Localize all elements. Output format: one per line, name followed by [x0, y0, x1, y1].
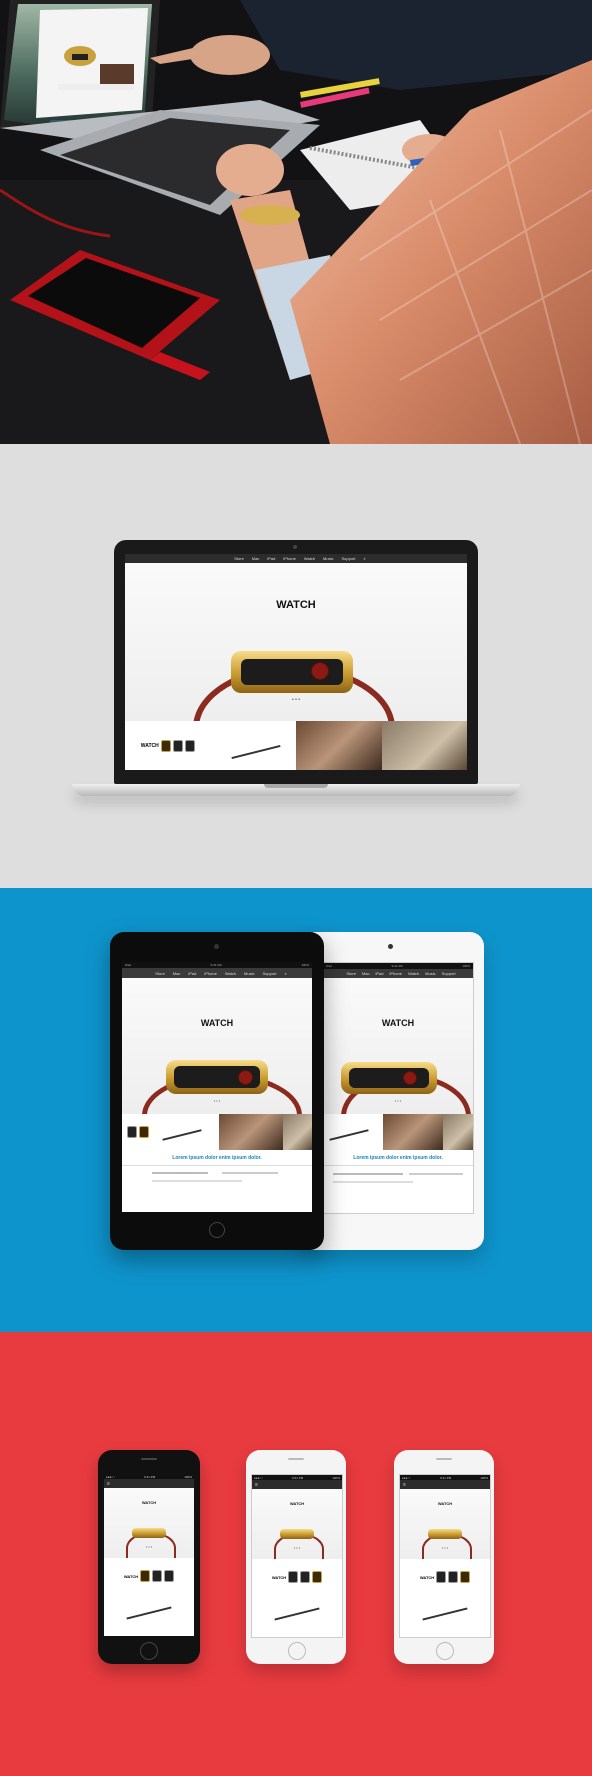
macbook-base: [72, 784, 520, 796]
nav-mac[interactable]: Mac: [173, 971, 181, 976]
menu-icon[interactable]: ≡: [107, 1481, 110, 1487]
tile-macbook[interactable]: [154, 1114, 218, 1150]
tile-watch-lineup[interactable]: [122, 1114, 154, 1150]
ipad-thumbnail-strip: [122, 1114, 312, 1150]
phone-watch-title: WATCH: [141, 1500, 157, 1505]
ipad-black-nav: Store Mac iPad iPhone Watch Music Suppor…: [122, 968, 312, 978]
watch-crown: [311, 662, 329, 680]
iphone-white-2-screen: ●●●○○ 9:41 PM 100% ≡ WATCH • • • WATCH: [399, 1474, 491, 1638]
tile-photo-watch[interactable]: [381, 721, 467, 770]
carousel-dots[interactable]: • • •: [122, 1098, 312, 1103]
nav-support[interactable]: Support: [341, 556, 355, 561]
iphone-white-2: ●●●○○ 9:41 PM 100% ≡ WATCH • • • WATCH: [394, 1450, 494, 1664]
watch-wordmark: WATCH: [200, 1018, 234, 1028]
iphone-black-screen: ●●●○○ 9:41 PM 100% ≡ WATCH • • • WATCH: [104, 1474, 194, 1636]
home-button[interactable]: [209, 1222, 225, 1238]
phone-home-button[interactable]: [436, 1642, 454, 1660]
watch-wordmark: WATCH: [276, 599, 316, 611]
carousel-dots[interactable]: • • •: [125, 697, 467, 703]
tile-macbook[interactable]: [211, 721, 297, 770]
nav-store[interactable]: Store: [234, 556, 244, 561]
ipad-white: iPad 9:41 AM 100% Store Mac iPad iPhone Watch M…: [300, 932, 484, 1250]
nav-watch[interactable]: Watch: [225, 971, 236, 976]
phone-signal: ●●●○○: [106, 1474, 116, 1479]
macbook-frame: Store Mac iPad iPhone Watch Music Suppor…: [114, 540, 478, 784]
ipad-status-time: 9:41 AM: [210, 963, 222, 967]
ipad-white-lorem[interactable]: Lorem ipsum dolor enim ipsum dolor.: [323, 1155, 473, 1161]
text-line: [222, 1172, 278, 1174]
laptop-mockup-panel: Store Mac iPad iPhone Watch Music Suppor…: [0, 444, 592, 888]
ipad-status-device: iPad: [125, 963, 132, 967]
phone-macbook-image: [126, 1606, 172, 1620]
tile-photo-watch[interactable]: [283, 1114, 312, 1150]
watch-image: [231, 651, 353, 693]
ipad-hero: WATCH • • •: [122, 978, 312, 1114]
hero-photo: [0, 0, 592, 444]
tile-watch-lineup[interactable]: WATCH: [125, 721, 211, 770]
ipad-lorem-link[interactable]: Lorem ipsum dolor enim ipsum dolor.: [122, 1155, 312, 1161]
ipad-status-battery: 100%: [301, 963, 309, 967]
iphone-black: ●●●○○ 9:41 PM 100% ≡ WATCH • • • WATCH: [98, 1450, 200, 1664]
nav-search-icon[interactable]: ⌕: [364, 556, 366, 561]
tile-watch-word: WATCH: [140, 742, 159, 749]
laptop-screen: Store Mac iPad iPhone Watch Music Suppor…: [125, 554, 467, 770]
ipad-white-screen: iPad 9:41 AM 100% Store Mac iPad iPhone Watch M…: [322, 962, 474, 1214]
hero-section: WATCH • • •: [125, 563, 467, 721]
watch-crown: [238, 1070, 253, 1085]
ipad-white-watch-title: WATCH: [381, 1018, 415, 1028]
watch-title: WATCH: [125, 599, 467, 611]
text-line: [152, 1180, 242, 1182]
phone-time: 9:41 PM: [144, 1474, 156, 1479]
ipad-black: iPad 9:41 AM 100% Store Mac iPad iPhone …: [110, 932, 324, 1250]
nav-ipad[interactable]: iPad: [267, 556, 275, 561]
tile-photo-wrist[interactable]: [218, 1114, 284, 1150]
nav-store[interactable]: Store: [155, 971, 165, 976]
nav-music[interactable]: Music: [244, 971, 254, 976]
nav-iphone[interactable]: iPhone: [283, 556, 295, 561]
nav-music[interactable]: Music: [323, 556, 333, 561]
nav-mac[interactable]: Mac: [252, 556, 260, 561]
nav-watch[interactable]: Watch: [304, 556, 315, 561]
nav-ipad[interactable]: iPad: [188, 971, 196, 976]
thumbnail-strip: WATCH: [125, 721, 467, 770]
carousel-dots[interactable]: • • •: [104, 1544, 194, 1549]
tile-photo-wrist[interactable]: [296, 721, 382, 770]
office-photo: [0, 0, 592, 444]
phone-watch-lineup[interactable]: WATCH: [104, 1562, 194, 1590]
tablet-mockup-panel: iPad 9:41 AM 100% Store Mac iPad iPhone Watch M…: [0, 888, 592, 1332]
ipad-black-screen: iPad 9:41 AM 100% Store Mac iPad iPhone …: [122, 962, 312, 1212]
ipad-watch-title: WATCH: [122, 1018, 312, 1028]
phone-nav: ≡: [104, 1479, 194, 1488]
nav-search-icon[interactable]: ⌕: [285, 971, 287, 976]
camera-dot: [293, 545, 297, 549]
iphone-white-1: ●●●○○ 9:41 PM 100% ≡ WATCH • • • WATCH: [246, 1450, 346, 1664]
nav-support[interactable]: Support: [262, 971, 276, 976]
phone-mockup-panel: ●●●○○ 9:41 PM 100% ≡ WATCH • • • WATCH ●…: [0, 1332, 592, 1776]
phone-home-button[interactable]: [288, 1642, 306, 1660]
nav-iphone[interactable]: iPhone: [204, 971, 216, 976]
ipad-white-nav: Store Mac iPad iPhone Watch Music Support: [323, 969, 473, 978]
phone-battery: 100%: [184, 1474, 192, 1479]
phone-home-button[interactable]: [140, 1642, 158, 1660]
site-nav: Store Mac iPad iPhone Watch Music Suppor…: [125, 554, 467, 563]
iphone-white-1-screen: ●●●○○ 9:41 PM 100% ≡ WATCH • • • WATCH: [251, 1474, 343, 1638]
text-line: [152, 1172, 208, 1174]
